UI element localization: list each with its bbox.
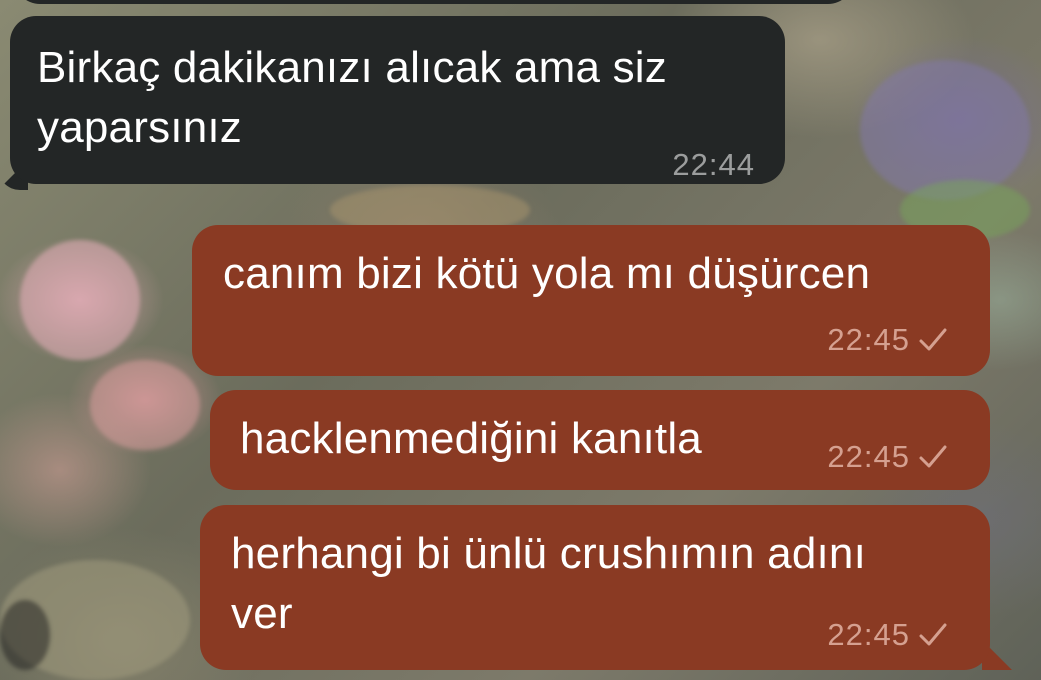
check-icon — [919, 445, 947, 468]
message-bubble-incoming[interactable]: Birkaç dakikanızı alıcak ama siz yaparsı… — [10, 16, 785, 184]
message-time: 22:45 — [827, 322, 910, 357]
message-text: canım bizi kötü yola mı düşürcen — [223, 249, 871, 298]
previous-message-bubble[interactable] — [14, 0, 854, 4]
message-time: 22:45 — [827, 439, 910, 474]
message-meta: 22:45 — [827, 323, 948, 357]
message-time: 22:44 — [672, 147, 755, 182]
message-meta: 22:45 — [827, 440, 948, 474]
message-meta: 22:44 — [672, 148, 755, 182]
check-icon — [919, 623, 947, 646]
message-text: hacklenmediğini kanıtla — [240, 414, 702, 463]
message-text: Birkaç dakikanızı alıcak ama siz yaparsı… — [37, 43, 667, 152]
check-icon — [919, 328, 947, 351]
message-meta: 22:45 — [827, 618, 948, 652]
message-time: 22:45 — [827, 617, 910, 652]
